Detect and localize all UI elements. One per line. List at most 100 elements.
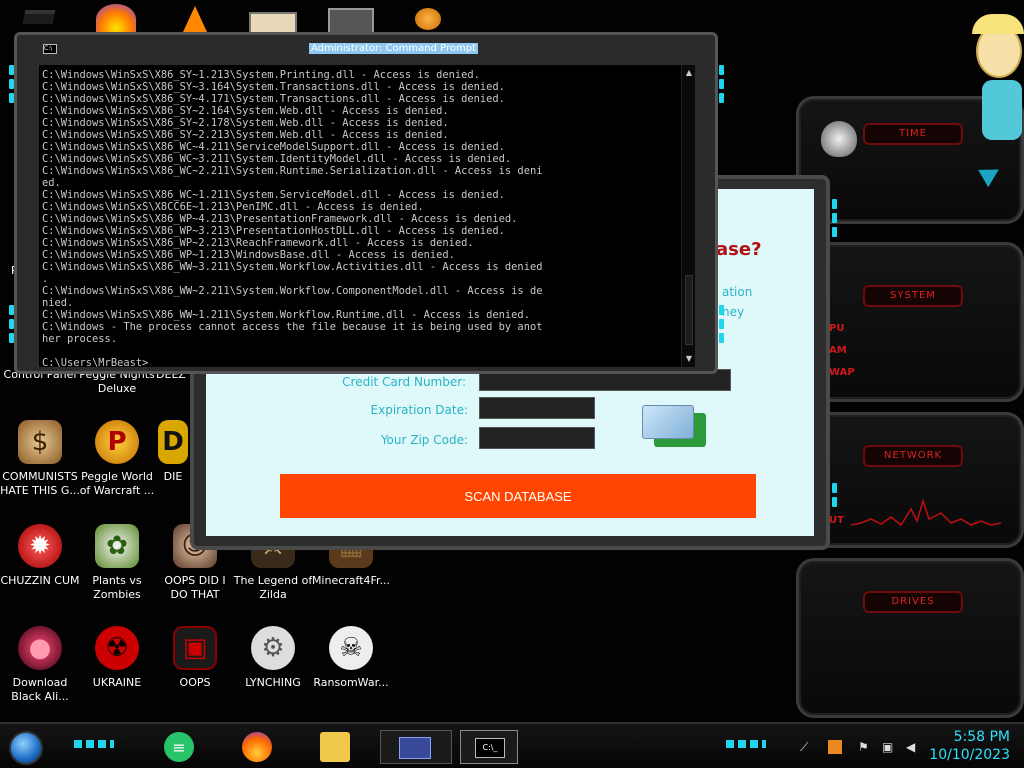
desktop-icon-label: Download Black Ali... (11, 676, 69, 703)
scanner-app-icon (399, 737, 431, 759)
console-line: C:\Windows\WinSxS\X8CC6E~1.213\PenIMC.dl… (42, 201, 424, 213)
skull-icon: ☠ (329, 626, 373, 670)
scanner-text-line2: ney (722, 305, 745, 319)
radiation-icon: ☢ (95, 626, 139, 670)
ram-label: AM (829, 345, 847, 356)
desktop-icon-label: OOPS (179, 676, 211, 689)
desktop-icon-black-ali[interactable]: ● Download Black Ali... (0, 626, 80, 704)
scan-database-button[interactable]: SCAN DATABASE (280, 474, 756, 518)
taskbar-firefox-icon[interactable] (242, 732, 272, 762)
network-icon[interactable]: ▣ (882, 740, 893, 754)
firefox-dev-icon[interactable] (96, 4, 136, 34)
clock-time: 5:58 PM (953, 729, 1010, 745)
console-line: C:\Windows\WinSxS\X86_WW~3.211\System.Wo… (42, 261, 543, 273)
console-line: . (42, 273, 49, 285)
scanner-heading: ase? (716, 239, 762, 260)
desktop-icon-communists[interactable]: $ COMMUNISTS HATE THIS G... (0, 420, 80, 498)
die-d-icon: D (158, 420, 188, 464)
zip-input[interactable] (479, 427, 595, 449)
taskbar-file-explorer-icon[interactable] (320, 732, 350, 762)
desktop-icon-label: COMMUNISTS HATE THIS G... (0, 470, 80, 497)
cmd-scrollbar[interactable]: ▲ ▼ (681, 65, 695, 367)
peggle-p-icon: P (95, 420, 139, 464)
server-tile-icon[interactable] (328, 8, 374, 34)
taskbar-deco-right (726, 740, 766, 748)
scroll-thumb[interactable] (685, 275, 693, 345)
volume-icon[interactable]: ◀ (906, 740, 915, 754)
desktop-icon-plants-zombies[interactable]: ✿ Plants vs Zombies (77, 524, 157, 602)
scroll-up-icon[interactable]: ▲ (682, 67, 696, 79)
cmd-titlebar[interactable]: C:\ Administrator: Command Prompt (39, 41, 693, 61)
console-line: C:\Windows\WinSxS\X86_SY~4.171\System.Tr… (42, 93, 505, 105)
cmd-system-icon[interactable]: C:\ (43, 44, 57, 54)
desktop-icon-lynching[interactable]: ⚙ LYNCHING (233, 626, 313, 690)
console-line: C:\Users\MrBeast>_ (42, 357, 155, 367)
chuzzle-icon: ✹ (18, 524, 62, 568)
zip-label: Your Zip Code: (380, 433, 468, 447)
desktop-icon-label: Peggle World of Warcraft ... (79, 470, 155, 497)
time-widget-title: TIME (863, 123, 963, 145)
scanner-text-line1: ation (722, 285, 753, 299)
alien-head-icon (821, 121, 857, 157)
console-line: ed. (42, 177, 61, 189)
start-button[interactable] (9, 731, 43, 765)
console-line: C:\Windows\WinSxS\X86_WW~2.211\System.Wo… (42, 285, 543, 297)
console-line: C:\Windows - The process cannot access t… (42, 321, 543, 333)
drives-widget: DRIVES (796, 558, 1024, 718)
desktop-icon-label: LYNCHING (245, 676, 301, 689)
cpu-label: PU (829, 323, 845, 334)
console-line: her process. (42, 333, 118, 345)
expiration-input[interactable] (479, 397, 595, 419)
cmd-app-icon: C:\_ (475, 738, 505, 758)
desktop-icon-label: UKRAINE (92, 676, 142, 689)
network-out-label: UT (829, 515, 844, 526)
taskbar: ≡ C:\_ ⟋ ⚑ ▣ ◀ 5:58 PM 10/10/2023 (0, 722, 1024, 768)
graduation-cap-icon[interactable] (22, 10, 56, 24)
network-widget: NETWORK UT (796, 412, 1024, 548)
money-bag-icon: $ (18, 420, 62, 464)
command-prompt-window: C:\ Administrator: Command Prompt C:\Win… (9, 32, 724, 374)
system-widget-title: SYSTEM (863, 285, 963, 307)
desktop-icon-label: The Legend of Zilda (233, 574, 313, 601)
vlc-icon[interactable] (183, 6, 207, 32)
cmd-console[interactable]: C:\Windows\WinSxS\X86_SY~1.213\System.Pr… (39, 65, 681, 367)
console-line: C:\Windows\WinSxS\X86_SY~2.164\System.We… (42, 105, 449, 117)
console-line: C:\Windows\WinSxS\X86_WC~4.211\ServiceMo… (42, 141, 505, 153)
network-graph (851, 498, 1001, 527)
desktop-icon-ukraine[interactable]: ☢ UKRAINE (77, 626, 157, 690)
tray-app-icon[interactable] (828, 740, 842, 754)
console-line: C:\Windows\WinSxS\X86_SY~2.178\System.We… (42, 117, 449, 129)
emblem-icon: ⚙ (251, 626, 295, 670)
desktop-icon-peggle-wow[interactable]: P Peggle World of Warcraft ... (77, 420, 157, 498)
console-line: C:\Windows\WinSxS\X86_WP~4.213\Presentat… (42, 213, 518, 225)
chevron-up-icon[interactable]: ⟋ (800, 740, 808, 755)
credit-card-label: Credit Card Number: (342, 375, 466, 389)
taskbar-clock[interactable]: 5:58 PM 10/10/2023 (929, 728, 1010, 764)
console-line: C:\Windows\WinSxS\X86_SY~2.213\System.We… (42, 129, 449, 141)
network-widget-title: NETWORK (863, 445, 963, 467)
scroll-down-icon[interactable]: ▼ (682, 353, 696, 365)
console-line: nied. (42, 297, 74, 309)
flag-icon[interactable]: ⚑ (858, 740, 869, 754)
orb-icon: ● (18, 626, 62, 670)
desktop-icon-ransomware[interactable]: ☠ RansomWar... (311, 626, 391, 690)
desktop-icon-label: OOPS DID I DO THAT (164, 574, 226, 601)
taskbar-chat-icon[interactable]: ≡ (164, 732, 194, 762)
desktop-icon-chuzzin[interactable]: ✹ CHUZZIN CUM (0, 524, 80, 588)
clock-date: 10/10/2023 (929, 747, 1010, 763)
console-line: C:\Windows\WinSxS\X86_SY~3.164\System.Tr… (42, 81, 505, 93)
console-line: C:\Windows\WinSxS\X86_WC~3.211\System.Id… (42, 153, 512, 165)
orange-ball-icon[interactable] (415, 8, 441, 30)
console-line: C:\Windows\WinSxS\X86_WP~3.213\Presentat… (42, 225, 505, 237)
desktop: N Re Control Panel Peggle Nights Deluxe … (0, 0, 1024, 768)
desktop-icon-label: Minecraft4Fr... (311, 574, 391, 587)
app-tile-icon[interactable] (249, 12, 297, 34)
desktop-icon-oops[interactable]: ▣ OOPS (155, 626, 235, 690)
drives-widget-title: DRIVES (863, 591, 963, 613)
taskbar-cmd-app[interactable]: C:\_ (460, 730, 518, 764)
console-line: C:\Windows\WinSxS\X86_WC~2.211\System.Ru… (42, 165, 543, 177)
console-line: C:\Windows\WinSxS\X86_WP~2.213\ReachFram… (42, 237, 474, 249)
console-line: C:\Windows\WinSxS\X86_SY~1.213\System.Pr… (42, 69, 480, 81)
taskbar-scanner-app[interactable] (380, 730, 452, 764)
